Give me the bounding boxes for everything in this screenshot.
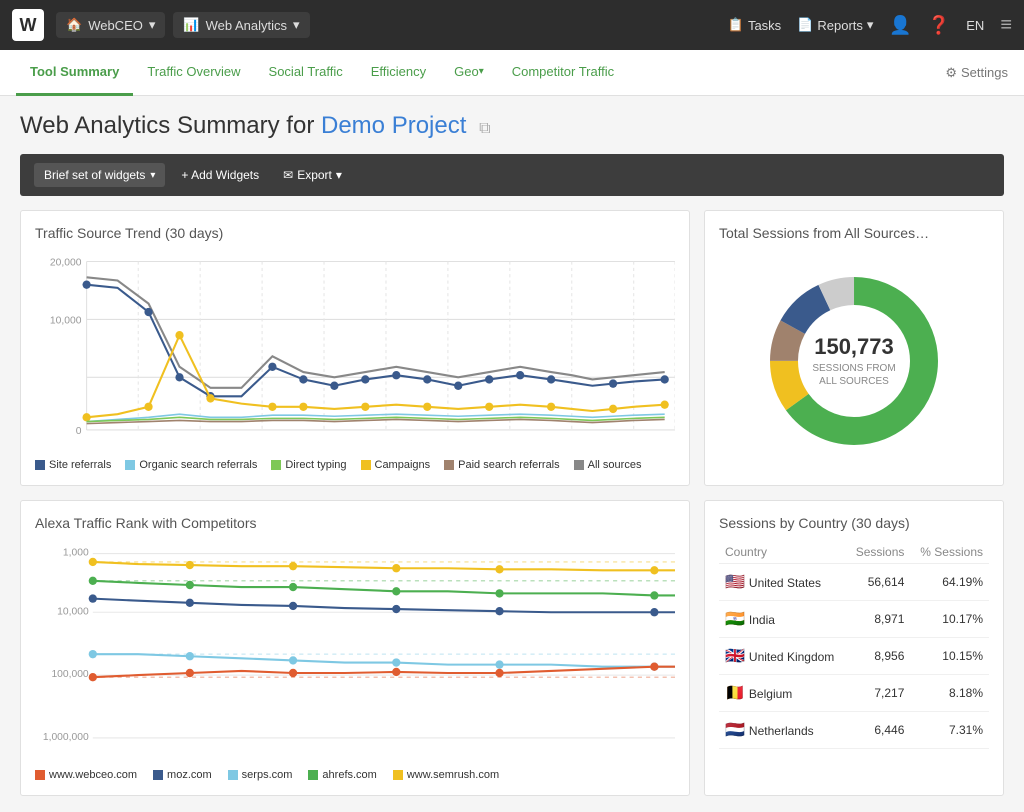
legend-serps: serps.com bbox=[228, 769, 293, 781]
tab-traffic-overview[interactable]: Traffic Overview bbox=[133, 50, 254, 96]
legend-color-site-referrals bbox=[35, 460, 45, 470]
logo[interactable]: W bbox=[12, 9, 48, 41]
svg-text:100,000: 100,000 bbox=[51, 669, 88, 680]
settings-icon: ⚙ bbox=[945, 65, 957, 81]
brief-set-button[interactable]: Brief set of widgets ▾ bbox=[34, 163, 165, 187]
help-icon[interactable]: ❓ bbox=[928, 15, 950, 36]
legend-color-campaigns bbox=[361, 460, 371, 470]
language-selector[interactable]: EN bbox=[966, 18, 984, 33]
legend-moz: moz.com bbox=[153, 769, 212, 781]
legend-webceo: www.webceo.com bbox=[35, 769, 137, 781]
sessions-table: Country Sessions % Sessions 🇺🇸United Sta… bbox=[719, 541, 989, 749]
traffic-trend-legend: Site referrals Organic search referrals … bbox=[35, 459, 675, 471]
table-row: 🇳🇱Netherlands 6,446 7.31% bbox=[719, 712, 989, 749]
webceo-app-button[interactable]: 🏠 WebCEO ▾ bbox=[56, 12, 165, 38]
page-content: Web Analytics Summary for Demo Project ⧉… bbox=[0, 96, 1024, 812]
traffic-trend-chart: 20,000 10,000 0 bbox=[35, 251, 675, 451]
top-widgets-row: Traffic Source Trend (30 days) 20,000 10… bbox=[20, 210, 1004, 486]
bottom-widgets-row: Alexa Traffic Rank with Competitors 1,00… bbox=[20, 500, 1004, 796]
sessions-by-country-title: Sessions by Country (30 days) bbox=[719, 515, 989, 531]
svg-text:0: 0 bbox=[76, 426, 82, 437]
sub-nav-tabs: Tool Summary Traffic Overview Social Tra… bbox=[16, 50, 945, 96]
table-row: 🇺🇸United States 56,614 64.19% bbox=[719, 564, 989, 601]
tab-efficiency[interactable]: Efficiency bbox=[357, 50, 440, 96]
top-nav: W 🏠 WebCEO ▾ 📊 Web Analytics ▾ 📋 Tasks 📄… bbox=[0, 0, 1024, 50]
table-row: 🇧🇪Belgium 7,217 8.18% bbox=[719, 675, 989, 712]
reports-icon: 📄 bbox=[797, 17, 813, 33]
analytics-icon: 📊 bbox=[183, 17, 199, 33]
traffic-trend-title: Traffic Source Trend (30 days) bbox=[35, 225, 675, 241]
total-sessions-title: Total Sessions from All Sources… bbox=[719, 225, 989, 241]
copy-icon[interactable]: ⧉ bbox=[479, 120, 490, 137]
legend-color-direct-typing bbox=[271, 460, 281, 470]
project-name[interactable]: Demo Project bbox=[321, 112, 466, 139]
svg-text:20,000: 20,000 bbox=[50, 258, 82, 269]
reports-arrow-icon: ▾ bbox=[867, 17, 874, 33]
total-sessions-widget: Total Sessions from All Sources… 150,773… bbox=[704, 210, 1004, 486]
flag-us: 🇺🇸 bbox=[725, 574, 745, 591]
alexa-widget: Alexa Traffic Rank with Competitors 1,00… bbox=[20, 500, 690, 796]
svg-text:1,000: 1,000 bbox=[63, 548, 89, 559]
hamburger-icon[interactable]: ≡ bbox=[1000, 14, 1012, 37]
table-row: 🇮🇳India 8,971 10.17% bbox=[719, 601, 989, 638]
col-country: Country bbox=[719, 541, 847, 564]
tab-competitor-traffic[interactable]: Competitor Traffic bbox=[498, 50, 628, 96]
legend-paid-search: Paid search referrals bbox=[444, 459, 560, 471]
flag-be: 🇧🇪 bbox=[725, 685, 745, 702]
traffic-trend-widget: Traffic Source Trend (30 days) 20,000 10… bbox=[20, 210, 690, 486]
col-pct-sessions: % Sessions bbox=[910, 541, 989, 564]
legend-color-all-sources bbox=[574, 460, 584, 470]
webceo-icon: 🏠 bbox=[66, 17, 82, 33]
sub-nav: Tool Summary Traffic Overview Social Tra… bbox=[0, 50, 1024, 96]
flag-nl: 🇳🇱 bbox=[725, 722, 745, 739]
traffic-trend-svg: 20,000 10,000 0 bbox=[35, 251, 675, 451]
settings-button[interactable]: ⚙ Settings bbox=[945, 65, 1008, 81]
legend-semrush: www.semrush.com bbox=[393, 769, 499, 781]
toolbar: Brief set of widgets ▾ + Add Widgets ✉ E… bbox=[20, 154, 1004, 196]
legend-site-referrals: Site referrals bbox=[35, 459, 111, 471]
tab-social-traffic[interactable]: Social Traffic bbox=[255, 50, 357, 96]
webceo-arrow-icon: ▾ bbox=[149, 17, 156, 33]
svg-text:10,000: 10,000 bbox=[57, 606, 89, 617]
web-analytics-app-button[interactable]: 📊 Web Analytics ▾ bbox=[173, 12, 309, 38]
analytics-arrow-icon: ▾ bbox=[293, 17, 300, 33]
table-row: 🇬🇧United Kingdom 8,956 10.15% bbox=[719, 638, 989, 675]
svg-text:10,000: 10,000 bbox=[50, 316, 82, 327]
legend-ahrefs: ahrefs.com bbox=[308, 769, 376, 781]
legend-organic: Organic search referrals bbox=[125, 459, 257, 471]
flag-gb: 🇬🇧 bbox=[725, 648, 745, 665]
donut-chart: 150,773 SESSIONS FROM ALL SOURCES bbox=[719, 251, 989, 471]
sessions-by-country-widget: Sessions by Country (30 days) Country Se… bbox=[704, 500, 1004, 796]
legend-campaigns: Campaigns bbox=[361, 459, 431, 471]
nav-right-group: 📋 Tasks 📄 Reports ▾ 👤 ❓ EN ≡ bbox=[728, 14, 1012, 37]
alexa-chart: 1,000 10,000 100,000 1,000,000 bbox=[35, 541, 675, 761]
export-button[interactable]: ✉ Export ▾ bbox=[275, 163, 350, 187]
legend-all-sources: All sources bbox=[574, 459, 642, 471]
tab-geo[interactable]: Geo bbox=[440, 50, 498, 96]
legend-color-paid-search bbox=[444, 460, 454, 470]
legend-color-organic bbox=[125, 460, 135, 470]
tab-tool-summary[interactable]: Tool Summary bbox=[16, 50, 133, 96]
col-sessions: Sessions bbox=[847, 541, 911, 564]
user-icon[interactable]: 👤 bbox=[889, 15, 911, 36]
alexa-title: Alexa Traffic Rank with Competitors bbox=[35, 515, 675, 531]
export-arrow-icon: ▾ bbox=[336, 168, 342, 182]
add-widgets-button[interactable]: + Add Widgets bbox=[173, 163, 267, 187]
donut-center-label: 150,773 SESSIONS FROM ALL SOURCES bbox=[812, 334, 895, 388]
export-icon: ✉ bbox=[283, 168, 293, 182]
tasks-icon: 📋 bbox=[728, 17, 744, 33]
flag-in: 🇮🇳 bbox=[725, 611, 745, 628]
brief-set-arrow-icon: ▾ bbox=[150, 170, 155, 181]
reports-button[interactable]: 📄 Reports ▾ bbox=[797, 17, 873, 33]
alexa-svg: 1,000 10,000 100,000 1,000,000 bbox=[35, 541, 675, 761]
logo-icon: W bbox=[12, 9, 44, 41]
alexa-legend: www.webceo.com moz.com serps.com ahrefs.… bbox=[35, 769, 675, 781]
legend-direct-typing: Direct typing bbox=[271, 459, 346, 471]
tasks-button[interactable]: 📋 Tasks bbox=[728, 17, 781, 33]
page-title: Web Analytics Summary for Demo Project ⧉ bbox=[20, 112, 1004, 140]
svg-text:1,000,000: 1,000,000 bbox=[43, 732, 89, 743]
